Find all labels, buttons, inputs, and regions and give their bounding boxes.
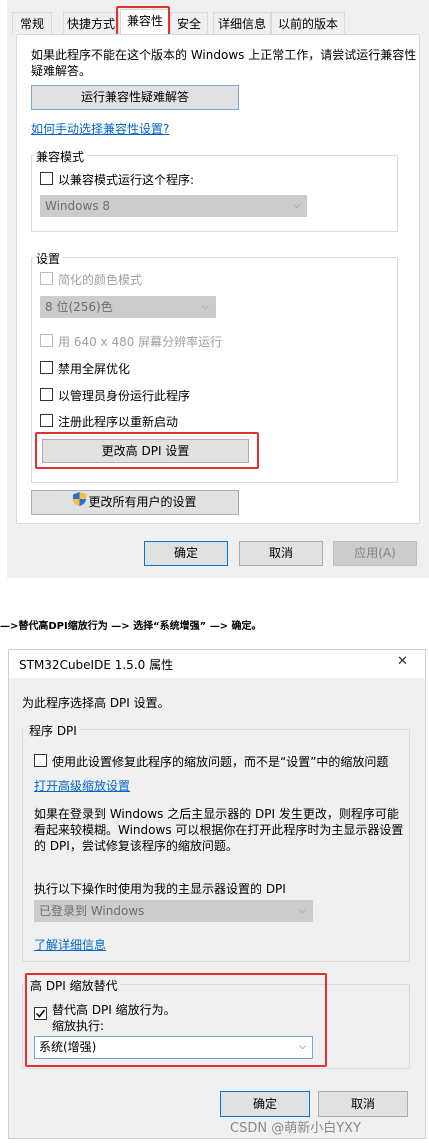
program-dpi-checkbox-label: 使用此设置修复此程序的缩放问题，而不是“设置”中的缩放问题 [52,755,389,769]
ok-button[interactable]: 确定 [144,541,228,566]
run-troubleshooter-button[interactable]: 运行兼容性疑难解答 [31,85,239,110]
tab-general[interactable]: 常规 [12,12,52,34]
dpi-cancel-button[interactable]: 取消 [318,1091,408,1117]
highlight-compat-tab [116,6,170,36]
all-users-label: 更改所有用户的设置 [88,495,197,509]
intro-text-line1: 如果此程序不能在这个版本的 Windows 上正常工作，请尝试运行兼容性 [31,48,417,62]
manual-compat-link[interactable]: 如何手动选择兼容性设置? [31,120,169,137]
tab-strip: 常规 快捷方式 兼容性 安全 详细信息 以前的版本 [7,9,429,34]
advanced-scaling-link[interactable]: 打开高级缩放设置 [34,777,130,794]
disable-fullscreen-checkbox[interactable] [40,361,53,374]
program-dpi-label: 程序 DPI [27,722,79,739]
cancel-button[interactable]: 取消 [239,541,323,566]
run-640-label: 用 640 x 480 屏幕分辨率运行 [58,335,223,349]
reduced-color-label: 简化的颜色模式 [58,273,143,287]
tab-previous-versions[interactable]: 以前的版本 [271,12,345,34]
dpi-when-value: 已登录到 Windows [39,904,145,918]
dpi-ok-button[interactable]: 确定 [220,1091,310,1117]
compat-mode-checkbox[interactable] [40,172,53,185]
dpi-when-label: 执行以下操作时使用为我的主显示器设置的 DPI [34,882,286,896]
chevron-down-icon: ⌵ [299,906,306,916]
close-icon[interactable]: ✕ [397,654,408,669]
program-dpi-checkbox[interactable] [34,754,47,767]
chevron-down-icon: ⌵ [202,302,209,312]
program-dpi-desc-line3: 的 DPI，尝试修复该程序的缩放问题。 [34,839,238,853]
highlight-dpi-button [35,432,259,469]
settings-label: 设置 [34,250,63,267]
watermark-text: CSDN @萌新小白YXY [230,1121,361,1136]
run-as-admin-label: 以管理员身份运行此程序 [58,389,191,403]
shield-icon [73,491,87,514]
color-depth-select[interactable]: 8 位(256)色 ⌵ [40,296,216,318]
color-depth-value: 8 位(256)色 [45,300,113,314]
tab-shortcut[interactable]: 快捷方式 [63,12,119,34]
compat-mode-checkbox-label: 以兼容模式运行这个程序: [58,173,195,187]
highlight-override-group [25,973,327,1067]
program-dpi-desc-line1: 如果在登录到 Windows 之后主显示器的 DPI 发生更改，则程序可能 [34,807,399,821]
chevron-down-icon: ⌵ [293,201,300,211]
tab-details[interactable]: 详细信息 [213,12,271,34]
all-users-button[interactable]: 更改所有用户的设置 [31,490,239,515]
compat-mode-label: 兼容模式 [34,148,87,165]
register-restart-checkbox[interactable] [40,414,53,427]
program-dpi-desc-line2: 看起来较模糊。Windows 可以根据你在打开此程序时为主显示器设置 [34,823,404,837]
instruction-text: —>替代高DPI缩放行为 —> 选择“系统增强” —> 确定。 [0,621,262,632]
os-version-select[interactable]: Windows 8 ⌵ [40,195,307,217]
learn-more-link[interactable]: 了解详细信息 [34,936,106,953]
tab-security[interactable]: 安全 [170,12,208,34]
compat-mode-group [31,155,398,232]
dpi-when-select[interactable]: 已登录到 Windows ⌵ [34,900,313,922]
intro-text-line2: 疑难解答。 [31,64,92,78]
run-640-checkbox[interactable] [40,334,53,347]
run-as-admin-checkbox[interactable] [40,388,53,401]
apply-button[interactable]: 应用(A) [333,541,417,566]
register-restart-label: 注册此程序以重新启动 [58,415,179,429]
dpi-dialog-title: STM32CubeIDE 1.5.0 属性 [19,658,174,672]
os-version-value: Windows 8 [45,199,111,213]
disable-fullscreen-label: 禁用全屏优化 [58,362,131,376]
dpi-heading: 为此程序选择高 DPI 设置。 [22,696,170,710]
reduced-color-checkbox[interactable] [40,272,53,285]
